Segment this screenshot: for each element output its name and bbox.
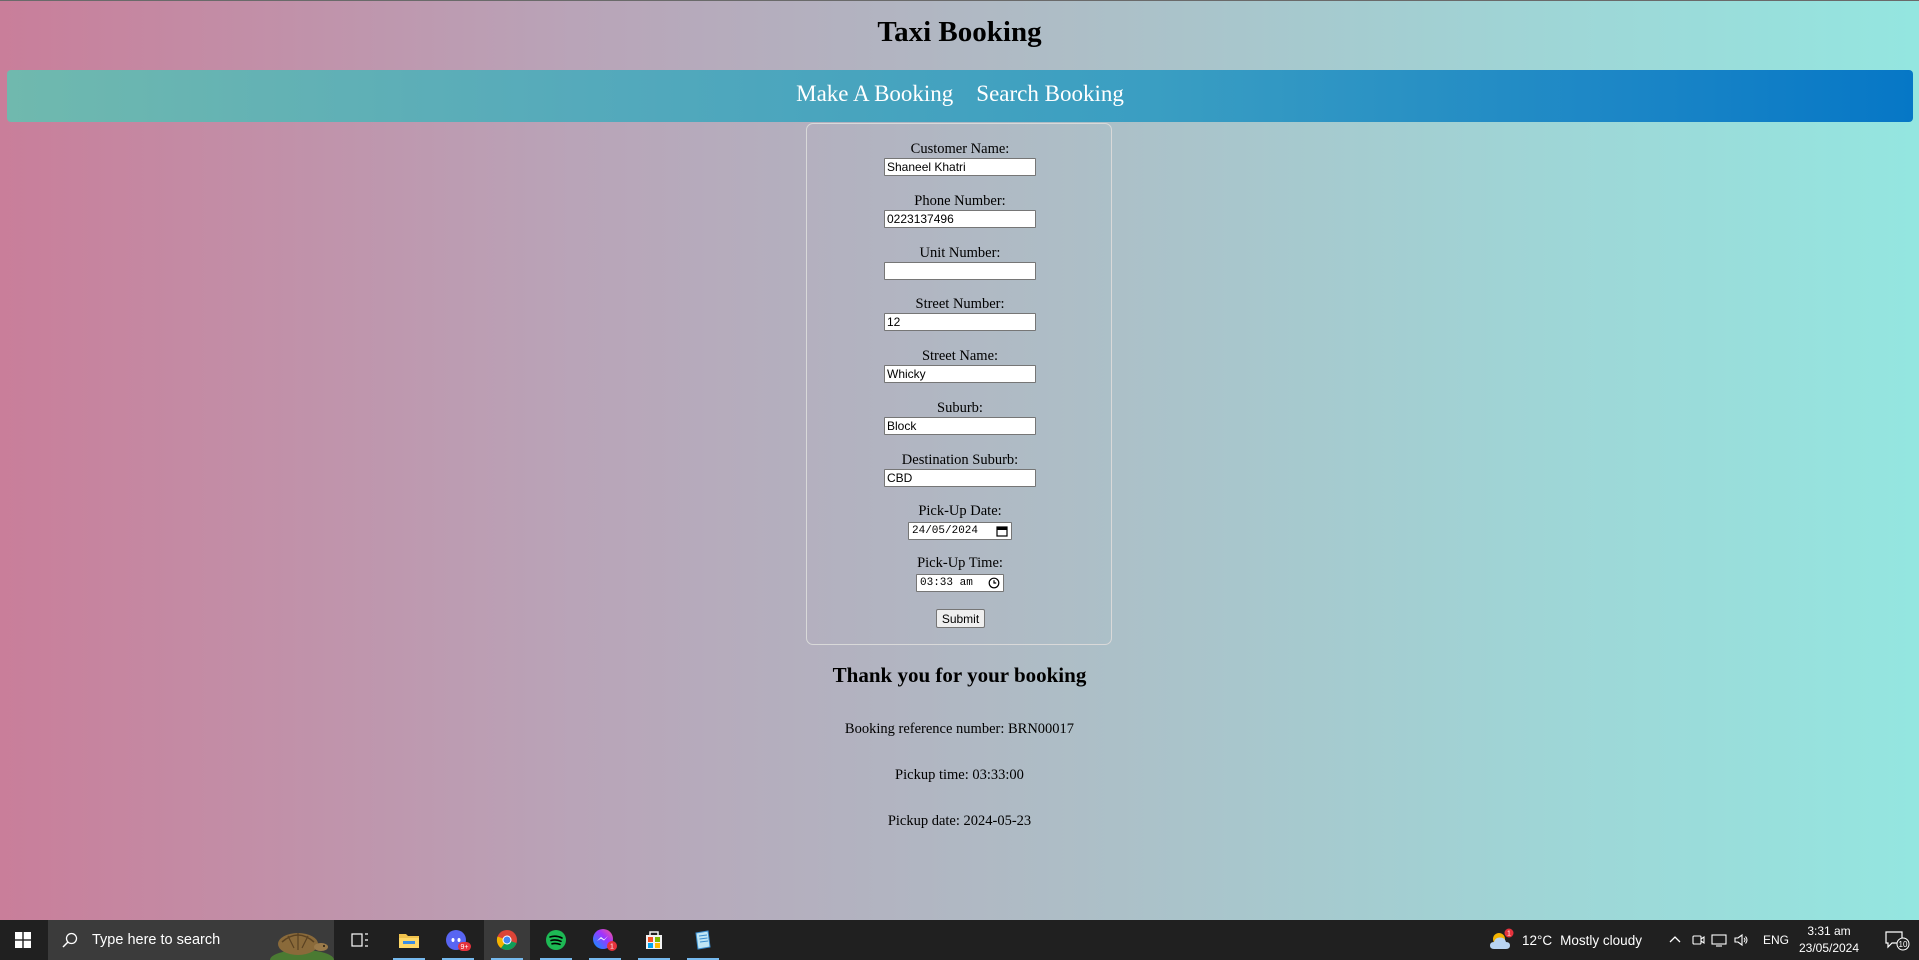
confirmation-heading: Thank you for your booking [832, 663, 1087, 687]
destination-suburb-field: Destination Suburb: [807, 452, 1113, 487]
suburb-field: Suburb: [807, 400, 1113, 435]
messenger-icon: 1 [593, 929, 617, 951]
notification-center-button[interactable]: 10 [1875, 920, 1919, 960]
meet-now-icon[interactable] [1691, 933, 1705, 947]
weather-condition: Mostly cloudy [1560, 932, 1642, 948]
calendar-icon[interactable] [996, 525, 1008, 537]
street-number-field: Street Number: [807, 296, 1113, 331]
pickup-time-label: Pick-Up Time: [917, 555, 1003, 571]
unit-number-input[interactable] [884, 262, 1036, 280]
task-view-button[interactable] [337, 920, 383, 960]
suburb-label: Suburb: [937, 400, 983, 416]
store-icon [646, 931, 662, 949]
customer-name-label: Customer Name: [910, 141, 1010, 157]
chrome-icon [496, 930, 517, 950]
nav-bar: Make A Booking Search Booking [7, 70, 1913, 122]
top-border [0, 0, 1919, 1]
make-booking-link[interactable]: Make A Booking [796, 81, 953, 107]
taskbar-clock[interactable]: 3:31 am 23/05/2024 [1789, 923, 1869, 957]
notepad-icon [695, 930, 711, 950]
phone-number-input[interactable] [884, 210, 1036, 228]
unit-number-field: Unit Number: [807, 245, 1113, 280]
tortoise-icon [270, 933, 334, 960]
language-indicator[interactable]: ENG [1763, 933, 1789, 947]
clock-date: 23/05/2024 [1798, 941, 1860, 955]
suburb-input[interactable] [884, 417, 1036, 435]
destination-suburb-input[interactable] [884, 469, 1036, 487]
chrome-button[interactable] [484, 920, 530, 960]
pickup-date-value: 24/05/2024 [912, 525, 979, 537]
discord-icon: 9+ [446, 930, 471, 951]
customer-name-field: Customer Name: [807, 141, 1113, 176]
street-number-label: Street Number: [915, 296, 1005, 312]
weather-cloudy-icon: 1 [1490, 928, 1514, 949]
start-button[interactable] [0, 920, 46, 960]
pickup-date-field: Pick-Up Date: 24/05/2024 [807, 503, 1113, 540]
search-placeholder: Type here to search [92, 932, 221, 948]
store-button[interactable] [631, 920, 677, 960]
phone-number-field: Phone Number: [807, 193, 1113, 228]
notification-count: 10 [1899, 940, 1908, 949]
network-icon[interactable] [1711, 933, 1727, 947]
taskbar-search[interactable]: Type here to search [48, 920, 334, 960]
pickup-time-field: Pick-Up Time: 03:33 am [807, 555, 1113, 592]
search-icon [62, 932, 78, 948]
pickup-date-label: Pick-Up Date: [918, 503, 1002, 519]
customer-name-input[interactable] [884, 158, 1036, 176]
destination-suburb-label: Destination Suburb: [901, 452, 1019, 468]
notification-icon: 10 [1885, 931, 1910, 951]
pickup-time-value: 03:33 am [920, 577, 973, 589]
street-number-input[interactable] [884, 313, 1036, 331]
weather-temp: 12°C [1522, 932, 1553, 948]
search-booking-link[interactable]: Search Booking [976, 81, 1124, 107]
booking-reference-text: Booking reference number: BRN00017 [844, 721, 1075, 737]
taskbar: Type here to search 9+ 1 1 12°C Mostly c… [0, 920, 1919, 960]
messenger-badge: 1 [610, 944, 614, 951]
folder-icon [399, 934, 419, 948]
discord-button[interactable]: 9+ [435, 920, 481, 960]
street-name-label: Street Name: [921, 348, 999, 364]
file-explorer-button[interactable] [386, 920, 432, 960]
messenger-button[interactable]: 1 [582, 920, 628, 960]
spotify-button[interactable] [533, 920, 579, 960]
street-name-input[interactable] [884, 365, 1036, 383]
weather-widget[interactable]: 1 12°C Mostly cloudy [1488, 920, 1642, 960]
volume-icon[interactable] [1733, 933, 1749, 947]
pickup-date-text: Pickup date: 2024-05-23 [887, 813, 1032, 829]
system-tray: ENG [1668, 920, 1789, 960]
chevron-up-icon[interactable] [1668, 933, 1682, 947]
notepad-button[interactable] [680, 920, 726, 960]
weather-badge: 1 [1507, 931, 1511, 938]
street-name-field: Street Name: [807, 348, 1113, 383]
clock-icon[interactable] [988, 577, 1000, 589]
submit-button[interactable]: Submit [936, 609, 985, 628]
windows-icon [15, 932, 31, 948]
unit-number-label: Unit Number: [919, 245, 1001, 261]
phone-number-label: Phone Number: [914, 193, 1006, 209]
page-title: Taxi Booking [877, 16, 1042, 48]
pickup-time-input[interactable]: 03:33 am [916, 574, 1004, 592]
clock-time: 3:31 am [1807, 924, 1851, 938]
discord-badge: 9+ [461, 944, 469, 951]
booking-form: Customer Name: Phone Number: Unit Number… [806, 123, 1112, 645]
spotify-icon [546, 930, 566, 950]
pickup-date-input[interactable]: 24/05/2024 [908, 522, 1012, 540]
pickup-time-text: Pickup time: 03:33:00 [895, 767, 1024, 783]
task-view-icon [351, 933, 368, 947]
